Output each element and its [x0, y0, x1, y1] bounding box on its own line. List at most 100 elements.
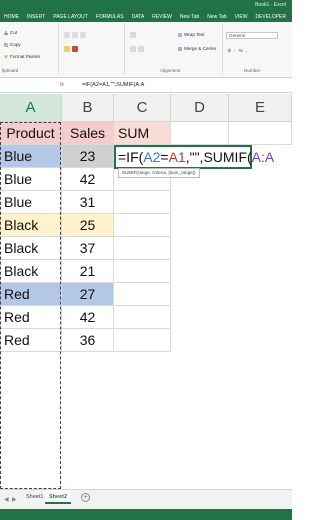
alignment-group-label: Alignment — [160, 68, 181, 73]
title-bar: Book1 - Excel HOME INSERT PAGE LAYOUT FO… — [0, 0, 292, 22]
tab-new-tab-2[interactable]: New Tab — [203, 12, 230, 22]
merge-center-icon — [178, 46, 182, 51]
ribbon: Cut Copy Format Painter lipboard Wrap Te… — [0, 22, 292, 78]
number-group-label: Number — [244, 68, 261, 73]
cell-empty[interactable] — [114, 329, 171, 352]
cell-sales[interactable]: 25 — [62, 214, 114, 237]
cell-sales[interactable]: 42 — [62, 168, 114, 191]
format-painter-button[interactable]: Format Painter — [4, 54, 40, 59]
fill-color-icon[interactable] — [64, 46, 70, 52]
cell-sales[interactable]: 37 — [62, 237, 114, 260]
add-sheet-button[interactable]: + — [81, 493, 90, 502]
copy-button[interactable]: Copy — [4, 42, 21, 47]
cell-product[interactable]: Black — [0, 260, 62, 283]
align-top-icon[interactable] — [130, 32, 136, 38]
tab-developer[interactable]: DEVELOPER — [251, 12, 290, 22]
cut-button[interactable]: Cut — [3, 30, 18, 35]
cell-empty[interactable] — [229, 122, 292, 145]
cell-sales[interactable]: 42 — [62, 306, 114, 329]
italic-icon[interactable] — [72, 32, 78, 38]
merge-center-button[interactable]: Merge & Center — [178, 46, 216, 51]
ribbon-divider — [124, 24, 125, 74]
sheet-tab-sheet1[interactable]: Sheet1 — [22, 490, 47, 504]
formula-part: = — [160, 149, 169, 165]
cell-empty[interactable] — [114, 283, 171, 306]
column-header-c[interactable]: C — [114, 94, 171, 122]
underline-icon[interactable] — [80, 32, 86, 38]
tooltip-function-name[interactable]: SUMIF — [122, 170, 136, 175]
bold-icon[interactable] — [64, 32, 70, 38]
number-format-value: General — [229, 33, 246, 38]
tab-view[interactable]: VIEW — [231, 12, 252, 22]
sheet-tab-sheet2[interactable]: Sheet2 — [45, 490, 72, 504]
tab-page-layout[interactable]: PAGE LAYOUT — [49, 12, 92, 22]
sheet-next-icon[interactable]: ▶ — [12, 496, 17, 503]
window-title: Book1 - Excel — [255, 2, 286, 8]
sheet-prev-icon[interactable]: ◀ — [4, 496, 9, 503]
formula-bar: fx =IF(A2=A1,"",SUMIF(A:A — [0, 79, 292, 93]
column-header-d[interactable]: D — [171, 94, 229, 122]
fx-icon[interactable]: fx — [60, 82, 64, 88]
copy-label: Copy — [10, 42, 21, 47]
copy-icon — [4, 42, 8, 47]
cell-product[interactable]: Blue — [0, 191, 62, 214]
paintbrush-icon — [4, 54, 8, 59]
cell-sales[interactable]: 21 — [62, 260, 114, 283]
align-left-icon[interactable] — [130, 46, 136, 52]
cell-empty[interactable] — [114, 237, 171, 260]
function-tooltip[interactable]: SUMIF(range, criteria, [sum_range]) — [118, 168, 200, 178]
tab-formulas[interactable]: FORMULAS — [92, 12, 128, 22]
cut-label: Cut — [10, 30, 18, 35]
wrap-text-label: Wrap Text — [184, 32, 205, 37]
ribbon-tabs: HOME INSERT PAGE LAYOUT FORMULAS DATA RE… — [0, 12, 290, 22]
tab-data[interactable]: DATA — [128, 12, 149, 22]
cell-sales-header[interactable]: Sales — [62, 122, 114, 145]
wrap-text-button[interactable]: Wrap Text — [178, 32, 205, 37]
formula-part: ,"",SUMIF( — [185, 149, 252, 165]
cell-product[interactable]: Black — [0, 214, 62, 237]
cell-sales[interactable]: 23 — [62, 145, 114, 168]
ribbon-divider — [222, 24, 223, 74]
cell-empty[interactable] — [114, 260, 171, 283]
font-color-icon[interactable] — [72, 46, 78, 52]
cell-product[interactable]: Black — [0, 237, 62, 260]
cell-product-header[interactable]: Product — [0, 122, 62, 145]
column-header-b[interactable]: B — [62, 94, 114, 122]
cell-product[interactable]: Red — [0, 306, 62, 329]
sheet-tab-bar: ◀ ▶ Sheet1 Sheet2 + — [0, 489, 292, 509]
status-bar — [0, 509, 292, 520]
spreadsheet-grid[interactable]: A B C D E Product Sales SUM Blue 23 Blue… — [0, 94, 292, 489]
formula-ref-a2: A2 — [143, 149, 161, 165]
formula-part: =IF( — [118, 149, 144, 165]
column-header-a[interactable]: A — [0, 94, 62, 122]
cell-sales[interactable]: 31 — [62, 191, 114, 214]
cell-sum-header[interactable]: SUM — [114, 122, 171, 145]
cell-sales[interactable]: 27 — [62, 283, 114, 306]
number-format-buttons[interactable]: $ - % , — [228, 48, 248, 53]
cell-product[interactable]: Blue — [0, 145, 62, 168]
tab-new-tab-1[interactable]: New Tab — [176, 12, 203, 22]
format-painter-label: Format Painter — [10, 54, 41, 59]
active-cell-editor[interactable]: =IF(A2 = A1 ,"",SUMIF(A:A — [114, 145, 274, 169]
ribbon-divider — [58, 24, 59, 74]
tab-review[interactable]: REVIEW — [148, 12, 176, 22]
column-header-e[interactable]: E — [229, 94, 292, 122]
cell-empty[interactable] — [171, 122, 229, 145]
cell-product[interactable]: Red — [0, 283, 62, 306]
tab-home[interactable]: HOME — [0, 12, 23, 22]
wrap-text-icon — [178, 32, 182, 37]
align-center-icon[interactable] — [138, 46, 144, 52]
cell-product[interactable]: Red — [0, 329, 62, 352]
scissors-icon — [3, 30, 9, 35]
cell-product[interactable]: Blue — [0, 168, 62, 191]
tooltip-args: (range, criteria, [sum_range]) — [136, 170, 196, 175]
cell-empty[interactable] — [114, 306, 171, 329]
cell-empty[interactable] — [114, 214, 171, 237]
number-format-select[interactable]: General — [226, 32, 278, 39]
tab-insert[interactable]: INSERT — [23, 12, 49, 22]
formula-input[interactable]: =IF(A2=A1,"",SUMIF(A:A — [82, 82, 144, 88]
formula-ref-range: A:A — [251, 149, 275, 165]
cell-empty[interactable] — [114, 191, 171, 214]
cell-sales[interactable]: 36 — [62, 329, 114, 352]
formula-ref-a1: A1 — [168, 149, 186, 165]
